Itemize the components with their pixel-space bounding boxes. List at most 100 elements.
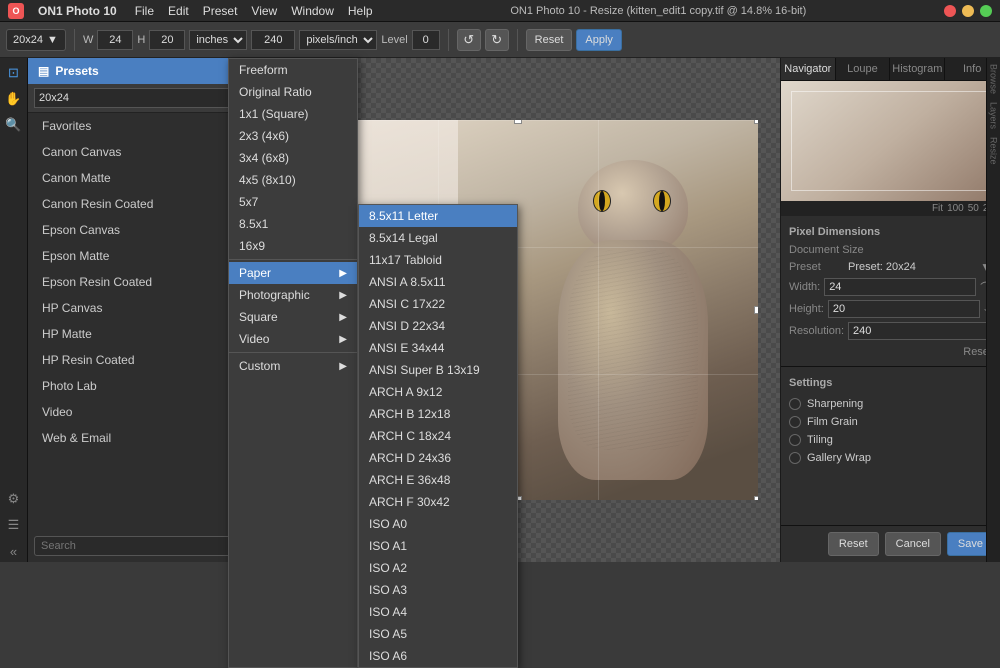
dd-square[interactable]: Square ▶ — [229, 306, 357, 328]
preset-video[interactable]: Video — [28, 399, 255, 425]
dd-5x7[interactable]: 5x7 — [229, 191, 357, 213]
menu-view[interactable]: View — [251, 4, 277, 18]
resolution-input[interactable] — [251, 30, 295, 50]
handle-mid-right[interactable] — [754, 306, 758, 314]
sub-iso-a0[interactable]: ISO A0 — [359, 513, 517, 535]
sub-letter[interactable]: 8.5x11 Letter — [359, 205, 517, 227]
dd-custom[interactable]: Custom ▶ — [229, 355, 357, 377]
film-grain-radio[interactable] — [789, 416, 801, 428]
hand-tool-icon[interactable]: ✋ — [3, 88, 25, 110]
sub-arch-b[interactable]: ARCH B 12x18 — [359, 403, 517, 425]
browse-icon[interactable]: Browse — [989, 64, 999, 94]
collapse-icon[interactable]: « — [3, 540, 25, 562]
preset-canon-canvas[interactable]: Canon Canvas — [28, 139, 255, 165]
preset-hp-canvas[interactable]: HP Canvas — [28, 295, 255, 321]
rotate-cw-btn[interactable]: ↻ — [485, 29, 509, 51]
sub-ansi-d[interactable]: ANSI D 22x34 — [359, 315, 517, 337]
width-dim-input[interactable] — [824, 278, 976, 296]
sub-ansi-c[interactable]: ANSI C 17x22 — [359, 293, 517, 315]
apply-button[interactable]: Apply — [576, 29, 622, 51]
handle-top-right[interactable] — [754, 120, 758, 124]
minimize-btn[interactable] — [962, 5, 974, 17]
res-dim-input[interactable] — [848, 322, 1000, 340]
sharpening-radio[interactable] — [789, 398, 801, 410]
nav-fit[interactable]: Fit — [932, 203, 943, 214]
nav-50[interactable]: 50 — [968, 203, 979, 214]
reset-btn[interactable]: Reset — [828, 532, 879, 556]
maximize-btn[interactable] — [980, 5, 992, 17]
dd-85x1[interactable]: 8.5x1 — [229, 213, 357, 235]
sub-arch-a[interactable]: ARCH A 9x12 — [359, 381, 517, 403]
menu-items: File Edit Preset View Window Help — [135, 4, 373, 18]
menu-help[interactable]: Help — [348, 4, 373, 18]
preset-canon-resin[interactable]: Canon Resin Coated — [28, 191, 255, 217]
zoom-tool-icon[interactable]: 🔍 — [3, 114, 25, 136]
layers-icon[interactable]: ☰ — [3, 514, 25, 536]
menu-edit[interactable]: Edit — [168, 4, 189, 18]
height-input[interactable] — [149, 30, 185, 50]
dd-original-ratio[interactable]: Original Ratio — [229, 81, 357, 103]
layers-side-icon[interactable]: Layers — [989, 102, 999, 129]
dd-freeform[interactable]: Freeform — [229, 59, 357, 81]
preset-search-input[interactable] — [34, 536, 249, 556]
dd-video[interactable]: Video ▶ — [229, 328, 357, 350]
sub-iso-a1[interactable]: ISO A1 — [359, 535, 517, 557]
dd-16x9[interactable]: 16x9 — [229, 235, 357, 257]
width-input[interactable] — [97, 30, 133, 50]
settings-icon[interactable]: ⚙ — [3, 488, 25, 510]
sub-iso-a6[interactable]: ISO A6 — [359, 645, 517, 667]
dd-photographic[interactable]: Photographic ▶ — [229, 284, 357, 306]
sub-iso-a4[interactable]: ISO A4 — [359, 601, 517, 623]
tab-histogram[interactable]: Histogram — [890, 58, 945, 80]
res-unit-select[interactable]: pixels/inch pixels/cm — [299, 30, 377, 50]
h-label: H — [137, 34, 145, 46]
sub-legal[interactable]: 8.5x14 Legal — [359, 227, 517, 249]
resize-tool-icon[interactable]: ⊡ — [3, 62, 25, 84]
unit-select[interactable]: inches cm px — [189, 30, 247, 50]
preset-hp-resin[interactable]: HP Resin Coated — [28, 347, 255, 373]
preset-photo-lab[interactable]: Photo Lab — [28, 373, 255, 399]
nav-100[interactable]: 100 — [947, 203, 964, 214]
preset-epson-canvas[interactable]: Epson Canvas — [28, 217, 255, 243]
sub-iso-a2[interactable]: ISO A2 — [359, 557, 517, 579]
sub-arch-d[interactable]: ARCH D 24x36 — [359, 447, 517, 469]
w-label: W — [83, 34, 93, 46]
preset-hp-matte[interactable]: HP Matte — [28, 321, 255, 347]
resize-side-icon[interactable]: Resize — [989, 137, 999, 165]
dd-4x5[interactable]: 4x5 (8x10) — [229, 169, 357, 191]
tab-navigator[interactable]: Navigator — [781, 58, 836, 80]
sub-iso-a5[interactable]: ISO A5 — [359, 623, 517, 645]
preset-epson-resin[interactable]: Epson Resin Coated — [28, 269, 255, 295]
preset-favorites[interactable]: Favorites — [28, 113, 255, 139]
sub-iso-a3[interactable]: ISO A3 — [359, 579, 517, 601]
handle-bot-right[interactable] — [754, 496, 758, 500]
rotate-ccw-btn[interactable]: ↺ — [457, 29, 481, 51]
sub-tabloid[interactable]: 11x17 Tabloid — [359, 249, 517, 271]
sub-arch-f[interactable]: ARCH F 30x42 — [359, 491, 517, 513]
dd-paper[interactable]: Paper ▶ — [229, 262, 357, 284]
preset-epson-matte[interactable]: Epson Matte — [28, 243, 255, 269]
preset-dropdown-select[interactable]: 20x24 ▼ — [34, 88, 249, 108]
cancel-btn[interactable]: Cancel — [885, 532, 941, 556]
preset-web-email[interactable]: Web & Email — [28, 425, 255, 451]
dd-3x4[interactable]: 3x4 (6x8) — [229, 147, 357, 169]
sub-ansi-e[interactable]: ANSI E 34x44 — [359, 337, 517, 359]
level-input[interactable] — [412, 30, 440, 50]
close-btn[interactable] — [944, 5, 956, 17]
dd-1x1[interactable]: 1x1 (Square) — [229, 103, 357, 125]
sub-ansi-a[interactable]: ANSI A 8.5x11 — [359, 271, 517, 293]
preset-canon-matte[interactable]: Canon Matte — [28, 165, 255, 191]
sub-ansi-super-b[interactable]: ANSI Super B 13x19 — [359, 359, 517, 381]
menu-preset[interactable]: Preset — [203, 4, 238, 18]
dd-2x3[interactable]: 2x3 (4x6) — [229, 125, 357, 147]
gallery-wrap-radio[interactable] — [789, 452, 801, 464]
sub-arch-e[interactable]: ARCH E 36x48 — [359, 469, 517, 491]
tab-loupe[interactable]: Loupe — [836, 58, 891, 80]
tiling-radio[interactable] — [789, 434, 801, 446]
preset-selector[interactable]: 20x24 ▼ — [6, 29, 66, 51]
sub-arch-c[interactable]: ARCH C 18x24 — [359, 425, 517, 447]
reset-button[interactable]: Reset — [526, 29, 573, 51]
menu-file[interactable]: File — [135, 4, 154, 18]
height-dim-input[interactable] — [828, 300, 980, 318]
menu-window[interactable]: Window — [291, 4, 334, 18]
